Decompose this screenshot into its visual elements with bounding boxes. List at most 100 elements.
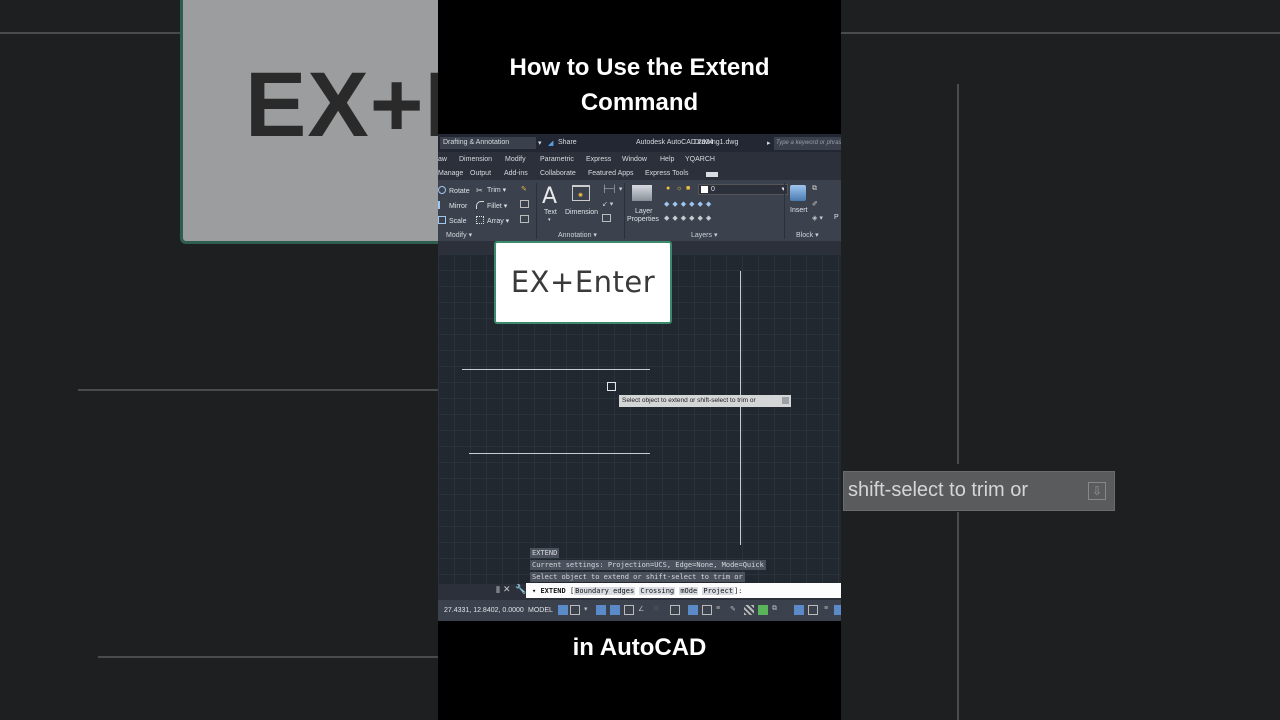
group-annotation-label[interactable]: Annotation ▾ <box>558 231 597 239</box>
layer-properties-icon[interactable] <box>632 185 652 201</box>
menu-draw[interactable]: aw <box>438 156 447 163</box>
current-layer-label: 0 <box>711 186 715 193</box>
hatch-icon[interactable] <box>744 605 754 615</box>
copy-icon[interactable] <box>520 200 529 208</box>
group-block-label[interactable]: Block ▾ <box>796 231 819 239</box>
menu-icon[interactable]: ≡ <box>824 605 834 615</box>
group-modify-label[interactable]: Modify ▾ <box>446 231 472 239</box>
option-project[interactable]: Project <box>702 587 734 595</box>
grip-icon[interactable]: ⦀ <box>496 585 500 596</box>
isolate-icon[interactable] <box>758 605 768 615</box>
menu-parametric[interactable]: Parametric <box>540 156 574 163</box>
boundary-line[interactable] <box>740 271 741 545</box>
group-annotation-text: Annotation <box>558 232 592 239</box>
explode-icon[interactable] <box>520 215 529 223</box>
selection-cycling-icon[interactable] <box>702 605 712 615</box>
lineweight-icon[interactable] <box>670 605 680 615</box>
trim-button[interactable]: ✂ Trim ▾ <box>476 186 506 195</box>
bg-line <box>98 656 440 658</box>
table-icon[interactable] <box>602 214 611 222</box>
mirror-label: Mirror <box>449 203 468 210</box>
scale-button[interactable]: Scale <box>438 216 467 225</box>
mirror-icon <box>438 201 446 209</box>
text-icon[interactable]: A <box>542 184 557 209</box>
tab-collaborate[interactable]: Collaborate <box>540 170 576 177</box>
close-icon[interactable]: ✕ <box>503 584 511 595</box>
insert-icon[interactable] <box>790 185 806 201</box>
settings-icon[interactable] <box>834 605 841 615</box>
tab-manage[interactable]: Manage <box>438 170 463 177</box>
attribute-icon[interactable]: ◈ ▾ <box>812 214 823 222</box>
polar-icon[interactable] <box>610 605 620 615</box>
tab-express-tools[interactable]: Express Tools <box>645 170 688 177</box>
dimension-button[interactable]: Dimension <box>565 209 598 216</box>
video-panel: How to Use the Extend Command Drafting &… <box>438 0 841 720</box>
units-icon[interactable]: ✎ <box>730 605 740 615</box>
linear-dim-icon[interactable]: ├─┤ ▾ <box>602 185 622 193</box>
dimension-icon[interactable]: ✺ <box>572 185 590 201</box>
mirror-button[interactable]: Mirror <box>438 201 467 210</box>
partial-group-label[interactable]: P <box>834 214 839 221</box>
layer-properties-label-2[interactable]: Properties <box>627 216 659 223</box>
tab-output[interactable]: Output <box>470 170 491 177</box>
layer-tools-row2-icon[interactable]: ◆◆◆◆◆◆ <box>664 214 714 222</box>
document-name: Drawing1.dwg <box>694 139 739 146</box>
chevron-down-icon[interactable]: ▾ <box>548 217 551 223</box>
create-block-icon[interactable]: ⧉ <box>812 185 817 193</box>
grid-icon[interactable] <box>558 605 568 615</box>
customize-icon[interactable] <box>808 605 818 615</box>
tab-overflow-icon[interactable] <box>706 172 718 177</box>
workspace-dropdown[interactable]: Drafting & Annotation <box>440 137 536 149</box>
lock-icon[interactable]: ■ <box>686 185 690 192</box>
menu-yqarch[interactable]: YQARCH <box>685 156 715 163</box>
chevron-down-icon[interactable]: ▾ <box>538 139 542 147</box>
share-icon[interactable]: ◢ <box>548 139 553 147</box>
bg-tooltip-text: shift-select to trim or <box>848 479 1029 501</box>
brush-icon[interactable]: ✎ <box>521 185 527 193</box>
cleanscreen-icon[interactable] <box>794 605 804 615</box>
option-mode[interactable]: mOde <box>679 587 699 595</box>
bulb-icon[interactable]: ● <box>666 185 670 192</box>
layer-dropdown[interactable]: 0 ▾ <box>698 184 788 195</box>
annotation-monitor-icon[interactable]: ≡ <box>716 605 726 615</box>
coordinates-readout[interactable]: 27.4331, 12.8402, 0.0000 <box>444 607 524 614</box>
option-crossing[interactable]: Crossing <box>639 587 676 595</box>
insert-button[interactable]: Insert <box>790 207 808 214</box>
snap-icon[interactable] <box>570 605 580 615</box>
workspace-icon[interactable]: ⧉ <box>772 605 782 615</box>
array-button[interactable]: Array ▾ <box>476 216 509 225</box>
edit-block-icon[interactable]: ✐ <box>812 200 818 208</box>
group-layers-label[interactable]: Layers ▾ <box>691 231 717 239</box>
group-block-text: Block <box>796 232 814 239</box>
layer-tools-row1-icon[interactable]: ◆◆◆◆◆◆ <box>664 200 714 208</box>
menu-dimension[interactable]: Dimension <box>459 156 492 163</box>
leader-icon[interactable]: ↙ ▾ <box>602 200 613 208</box>
ortho-icon[interactable] <box>596 605 606 615</box>
menu-help[interactable]: Help <box>660 156 674 163</box>
wrench-icon[interactable]: 🔧 <box>515 584 526 595</box>
drawing-line[interactable] <box>462 369 650 370</box>
isodraft-icon[interactable] <box>624 605 634 615</box>
drawing-line[interactable] <box>469 453 650 454</box>
tab-add-ins[interactable]: Add-ins <box>504 170 528 177</box>
text-button[interactable]: Text <box>544 209 557 216</box>
menu-modify[interactable]: Modify <box>505 156 526 163</box>
layer-properties-label-1[interactable]: Layer <box>635 208 653 215</box>
transparency-icon[interactable] <box>688 605 698 615</box>
menu-express[interactable]: Express <box>586 156 611 163</box>
sun-icon[interactable]: ☼ <box>676 185 682 192</box>
option-boundary-edges[interactable]: Boundary edges <box>574 587 636 595</box>
fillet-button[interactable]: Fillet ▾ <box>476 201 507 210</box>
model-space-button[interactable]: MODEL <box>528 607 553 614</box>
command-line[interactable]: ▾ EXTEND [Boundary edges Crossing mOde P… <box>526 583 841 598</box>
chevron-down-icon[interactable]: ▾ <box>584 605 594 615</box>
tab-featured-apps[interactable]: Featured Apps <box>588 170 634 177</box>
ribbon-panel: Rotate ✂ Trim ▾ ✎ Mirror Fillet ▾ Scale A… <box>438 181 841 241</box>
menu-window[interactable]: Window <box>622 156 647 163</box>
search-input[interactable]: Type a keyword or phrase <box>774 137 841 150</box>
share-button[interactable]: Share <box>558 139 577 146</box>
object-snap-tracking-icon[interactable]: ∠ <box>638 605 648 615</box>
object-snap-icon[interactable]: ◌ <box>654 605 664 615</box>
rotate-button[interactable]: Rotate <box>438 186 470 195</box>
array-label: Array <box>487 218 504 225</box>
